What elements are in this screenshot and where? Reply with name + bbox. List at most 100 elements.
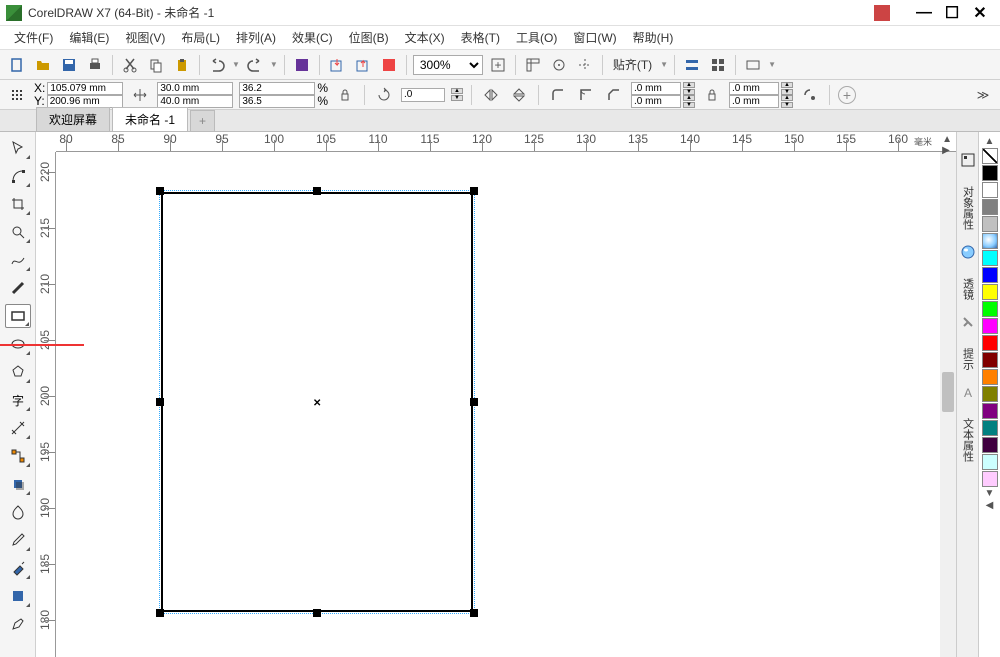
parallel-dimension-tool[interactable] — [5, 416, 31, 440]
freehand-tool[interactable] — [5, 248, 31, 272]
docker-lens[interactable]: 透镜 — [958, 272, 978, 306]
show-rulers-button[interactable] — [522, 54, 544, 76]
scale-y-input[interactable] — [239, 95, 315, 108]
vertical-scrollbar[interactable] — [940, 152, 956, 657]
menu-help[interactable]: 帮助(H) — [627, 27, 680, 48]
export-button[interactable] — [352, 54, 374, 76]
tab-document[interactable]: 未命名 -1 — [112, 107, 188, 131]
paste-button[interactable] — [171, 54, 193, 76]
rotation-spinner[interactable]: ▲▼ — [451, 88, 463, 101]
color-swatch[interactable] — [982, 250, 998, 266]
maximize-button[interactable]: ☐ — [938, 3, 966, 23]
object-origin-icon[interactable] — [6, 84, 28, 106]
docker-object-properties[interactable]: 对象属性 — [958, 180, 978, 236]
x-position-input[interactable] — [47, 82, 123, 95]
lock-ratio-button[interactable] — [334, 84, 356, 106]
smart-fill-tool[interactable] — [5, 584, 31, 608]
rectangle-object[interactable] — [161, 192, 473, 612]
corner-scallop-button[interactable] — [575, 84, 597, 106]
color-swatch[interactable] — [982, 403, 998, 419]
close-button[interactable]: ✕ — [966, 3, 994, 23]
color-swatch[interactable] — [982, 148, 998, 164]
menu-view[interactable]: 视图(V) — [119, 27, 171, 48]
shape-tool[interactable] — [5, 164, 31, 188]
menu-table[interactable]: 表格(T) — [455, 27, 506, 48]
scrollbar-thumb[interactable] — [942, 372, 954, 412]
outline-pen-tool[interactable] — [5, 612, 31, 636]
search-content-button[interactable] — [291, 54, 313, 76]
snapto-dropdown-icon[interactable]: ▼ — [660, 60, 668, 69]
color-swatch[interactable] — [982, 318, 998, 334]
menu-window[interactable]: 窗口(W) — [567, 27, 622, 48]
color-swatch[interactable] — [982, 267, 998, 283]
minimize-button[interactable]: — — [910, 3, 938, 23]
redo-button[interactable] — [244, 54, 266, 76]
corner-lock-button[interactable] — [701, 84, 723, 106]
customize-dropdown-icon[interactable]: ▼ — [768, 60, 776, 69]
show-grid-button[interactable] — [548, 54, 570, 76]
undo-button[interactable] — [206, 54, 228, 76]
menu-bitmaps[interactable]: 位图(B) — [343, 27, 395, 48]
color-swatch[interactable] — [982, 199, 998, 215]
customize-button[interactable] — [742, 54, 764, 76]
text-tool[interactable]: 字 — [5, 388, 31, 412]
color-swatch[interactable] — [982, 216, 998, 232]
add-property-button[interactable]: + — [838, 86, 856, 104]
corner-a-input[interactable] — [631, 82, 681, 95]
tab-add[interactable]: + — [190, 110, 215, 131]
crop-tool[interactable] — [5, 192, 31, 216]
color-swatch[interactable] — [982, 233, 998, 249]
new-button[interactable] — [6, 54, 28, 76]
color-swatch[interactable] — [982, 369, 998, 385]
color-swatch[interactable] — [982, 301, 998, 317]
color-swatch[interactable] — [982, 454, 998, 470]
menu-text[interactable]: 文本(X) — [399, 27, 451, 48]
rectangle-tool[interactable] — [5, 304, 31, 328]
cut-button[interactable] — [119, 54, 141, 76]
show-guidelines-button[interactable] — [574, 54, 596, 76]
open-button[interactable] — [32, 54, 54, 76]
zoom-level-select[interactable]: 300% — [413, 55, 483, 75]
color-swatch[interactable] — [982, 284, 998, 300]
color-swatch[interactable] — [982, 437, 998, 453]
menu-layout[interactable]: 布局(L) — [175, 27, 226, 48]
save-button[interactable] — [58, 54, 80, 76]
transparency-tool[interactable] — [5, 500, 31, 524]
relative-corner-button[interactable] — [799, 84, 821, 106]
drawing-canvas[interactable]: ✕ — [56, 152, 956, 657]
copy-button[interactable] — [145, 54, 167, 76]
options-button[interactable] — [681, 54, 703, 76]
mirror-h-button[interactable] — [480, 84, 502, 106]
color-swatch[interactable] — [982, 182, 998, 198]
corner-chamfer-button[interactable] — [603, 84, 625, 106]
app-launcher-button[interactable] — [707, 54, 729, 76]
interactive-fill-tool[interactable] — [5, 556, 31, 580]
tab-welcome[interactable]: 欢迎屏幕 — [36, 107, 110, 131]
color-swatch[interactable] — [982, 165, 998, 181]
corner-b-input[interactable] — [631, 95, 681, 108]
menu-effects[interactable]: 效果(C) — [286, 27, 339, 48]
menu-tools[interactable]: 工具(O) — [510, 27, 563, 48]
print-button[interactable] — [84, 54, 106, 76]
mirror-v-button[interactable] — [508, 84, 530, 106]
menu-arrange[interactable]: 排列(A) — [230, 27, 282, 48]
color-swatch[interactable] — [982, 420, 998, 436]
color-swatch[interactable] — [982, 386, 998, 402]
scale-x-input[interactable] — [239, 82, 315, 95]
undo-dropdown-icon[interactable]: ▼ — [232, 60, 240, 69]
import-button[interactable] — [326, 54, 348, 76]
redo-dropdown-icon[interactable]: ▼ — [270, 60, 278, 69]
fullscreen-button[interactable]: + — [487, 54, 509, 76]
ruler-arrows[interactable]: ▲▶ — [942, 134, 952, 156]
color-swatch[interactable] — [982, 352, 998, 368]
corner-d-input[interactable] — [729, 95, 779, 108]
menu-file[interactable]: 文件(F) — [8, 27, 59, 48]
horizontal-ruler[interactable]: 毫米 8085909510010511011512012513013514014… — [56, 132, 956, 152]
color-swatch[interactable] — [982, 335, 998, 351]
overflow-button[interactable]: ≫ — [972, 84, 994, 106]
artistic-media-tool[interactable] — [5, 276, 31, 300]
connector-tool[interactable] — [5, 444, 31, 468]
color-eyedropper-tool[interactable] — [5, 528, 31, 552]
palette-flyout-arrow[interactable]: ◀ — [982, 500, 998, 512]
width-input[interactable] — [157, 82, 233, 95]
